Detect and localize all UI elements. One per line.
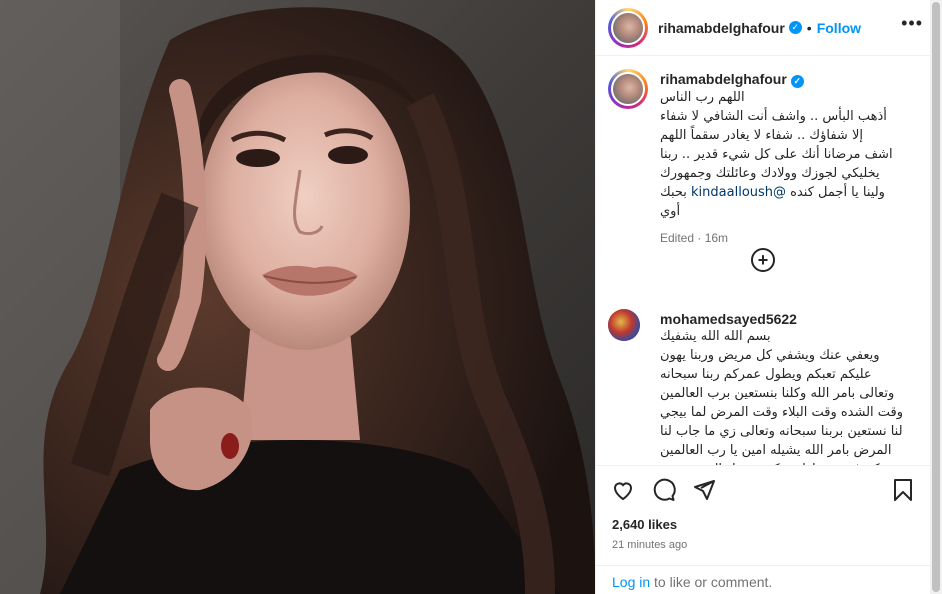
more-options-icon[interactable]: •••	[901, 14, 923, 32]
comment-text: بسم الله الله يشفيك ويعفي عنك ويشفي كل م…	[660, 329, 906, 465]
caption-text-part: بحبك أوي	[660, 185, 687, 219]
caption-username[interactable]: rihamabdelghafour	[660, 71, 787, 87]
comment-item: mohamedsayed5622 بسم الله الله يشفيك ويع…	[596, 297, 931, 465]
bookmark-icon[interactable]	[892, 478, 914, 502]
verified-badge-icon: ✓	[790, 75, 804, 88]
comments-section[interactable]: rihamabdelghafour ✓ اللهم رب الناس أذهب ا…	[596, 57, 931, 465]
action-bar	[596, 465, 931, 513]
post-sidebar: rihamabdelghafour ✓ • Follow ••• rihamab…	[595, 0, 942, 594]
post-header: rihamabdelghafour ✓ • Follow •••	[596, 0, 931, 56]
load-more-comments-icon[interactable]: +	[751, 248, 775, 272]
caption-meta: Edited · 16m	[660, 231, 729, 245]
scrollbar-thumb[interactable]	[932, 2, 940, 592]
share-icon[interactable]	[692, 478, 716, 502]
portrait-image	[0, 0, 595, 594]
commenter-username[interactable]: mohamedsayed5622	[660, 311, 930, 327]
caption-text: اللهم رب الناس أذهب البأس .. واشف أنت ال…	[660, 88, 930, 221]
follow-button[interactable]: Follow	[817, 20, 861, 36]
commenter-avatar[interactable]	[608, 309, 640, 341]
author-avatar[interactable]	[608, 7, 648, 48]
caption-text-part: اللهم رب الناس أذهب البأس .. واشف أنت ال…	[660, 90, 893, 200]
likes-count[interactable]: 2,640 likes	[612, 517, 677, 532]
verified-badge-icon: ✓	[788, 21, 802, 34]
caption-avatar[interactable]	[608, 69, 648, 109]
heart-icon[interactable]	[610, 478, 636, 502]
post-timestamp[interactable]: 21 minutes ago	[612, 539, 687, 551]
comment-icon[interactable]	[652, 478, 676, 502]
author-username[interactable]: rihamabdelghafour	[658, 20, 785, 36]
post-photo	[0, 0, 595, 594]
login-prompt-text: to like or comment.	[650, 574, 773, 590]
caption: rihamabdelghafour ✓ اللهم رب الناس أذهب ا…	[596, 57, 931, 245]
login-link[interactable]: Log in	[612, 574, 650, 590]
login-prompt: Log in to like or comment.	[596, 565, 931, 594]
page-scrollbar[interactable]	[930, 0, 942, 594]
mention-link[interactable]: @kindaalloush	[691, 185, 786, 200]
separator-dot: •	[806, 19, 812, 36]
